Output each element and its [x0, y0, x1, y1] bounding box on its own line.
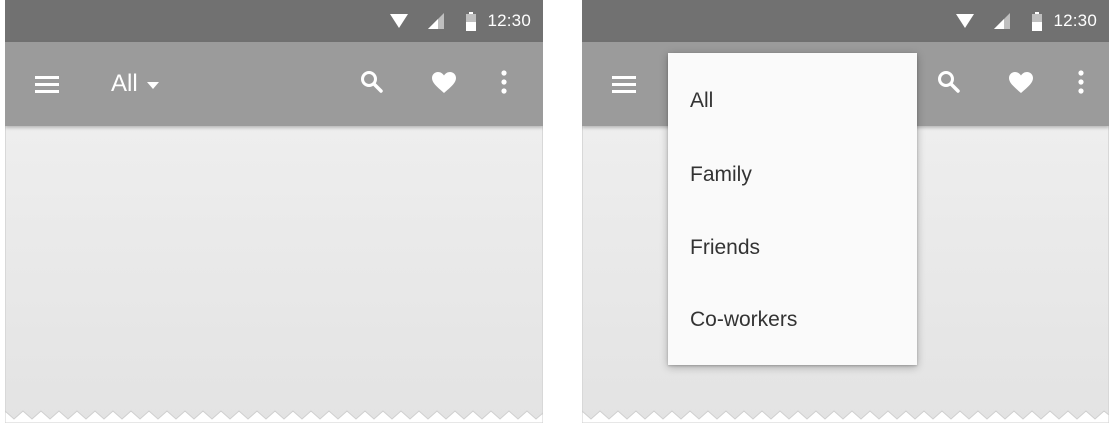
- search-icon[interactable]: [360, 70, 384, 94]
- app-bar: All: [5, 42, 543, 126]
- battery-icon: [466, 11, 477, 31]
- torn-edge: [5, 410, 543, 423]
- status-icons: 12:30: [956, 0, 1097, 42]
- content-area: [5, 126, 543, 423]
- menu-option-all[interactable]: All: [690, 89, 713, 113]
- menu-option-friends[interactable]: Friends: [690, 236, 760, 260]
- menu-icon[interactable]: [612, 75, 636, 93]
- phone-screen-open: 12:30 All Family Friends Co-workers: [582, 0, 1109, 423]
- search-icon[interactable]: [937, 70, 961, 94]
- status-icons: 12:30: [390, 0, 531, 42]
- menu-icon[interactable]: [35, 75, 59, 93]
- status-clock: 12:30: [1053, 11, 1097, 30]
- status-bar: 12:30: [5, 0, 543, 42]
- menu-option-family[interactable]: Family: [690, 163, 752, 187]
- filter-dropdown-menu: All Family Friends Co-workers: [668, 53, 917, 365]
- battery-icon: [1032, 11, 1043, 31]
- more-vert-icon[interactable]: [1078, 70, 1084, 94]
- torn-edge: [582, 410, 1109, 423]
- status-clock: 12:30: [487, 11, 531, 30]
- filter-spinner[interactable]: All: [111, 67, 159, 101]
- signal-icon: [994, 13, 1011, 29]
- phone-screen-closed: 12:30 All: [5, 0, 543, 423]
- signal-icon: [428, 13, 445, 29]
- more-vert-icon[interactable]: [501, 70, 507, 94]
- heart-icon[interactable]: [432, 72, 456, 94]
- spinner-selected-value: All: [111, 70, 138, 97]
- menu-option-co-workers[interactable]: Co-workers: [690, 308, 797, 332]
- chevron-down-icon: [146, 82, 159, 89]
- wifi-icon: [956, 14, 975, 28]
- heart-icon[interactable]: [1009, 72, 1033, 94]
- status-bar: 12:30: [582, 0, 1109, 42]
- wifi-icon: [390, 14, 409, 28]
